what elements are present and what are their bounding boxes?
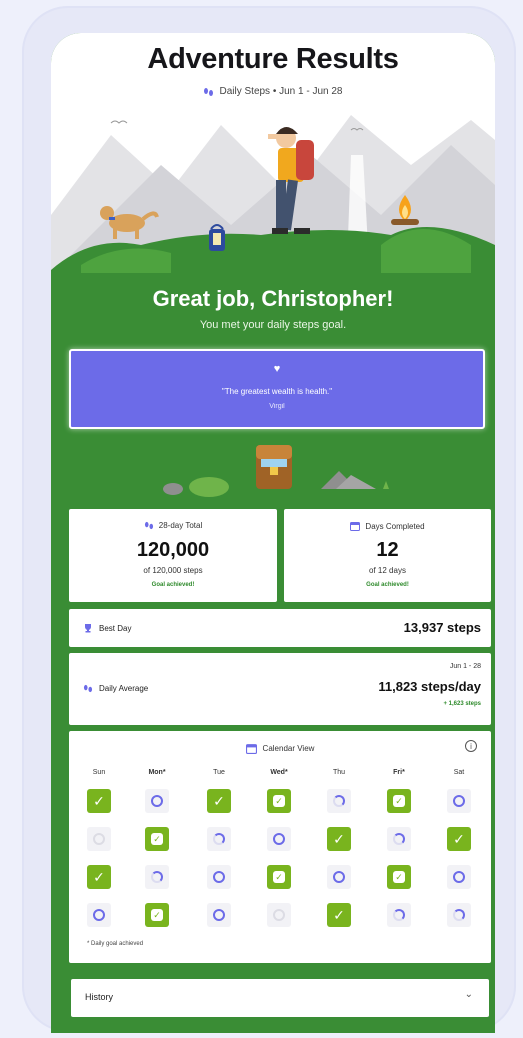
days-completed-detail: of 12 days bbox=[369, 566, 406, 575]
greeting-title: Great job, Christopher! bbox=[152, 286, 394, 311]
calendar-day-cell[interactable] bbox=[267, 789, 291, 813]
quote-author: Virgil bbox=[269, 403, 285, 410]
calendar-day-cell[interactable] bbox=[145, 789, 169, 813]
day-header: Sun bbox=[92, 769, 106, 776]
calendar-legend: * Daily goal achieved bbox=[87, 941, 144, 947]
calendar-day-cell[interactable] bbox=[145, 865, 169, 889]
calendar-day-cell[interactable] bbox=[327, 789, 351, 813]
day-header: Tue bbox=[213, 769, 225, 776]
trophy-icon bbox=[85, 624, 91, 633]
day-header: Sat bbox=[453, 769, 465, 776]
calendar-title: Calendar View bbox=[262, 744, 315, 753]
calendar-day-cell[interactable] bbox=[267, 865, 291, 889]
calendar-day-cell[interactable] bbox=[267, 903, 291, 927]
total-steps-value: 120,000 bbox=[136, 539, 210, 561]
calendar-day-cell[interactable] bbox=[387, 789, 411, 813]
calendar-day-cell[interactable] bbox=[207, 903, 231, 927]
best-day-label: Best Day bbox=[99, 623, 132, 633]
calendar-day-cell[interactable] bbox=[327, 865, 351, 889]
calendar-day-cell[interactable] bbox=[267, 827, 291, 851]
best-day-card: Best Day 13,937 steps bbox=[69, 609, 491, 647]
history-label: History bbox=[85, 992, 114, 1002]
daily-average-value: 11,823 steps/day bbox=[378, 679, 481, 694]
calendar-card: Calendar View i * Daily goal achieved Su… bbox=[69, 731, 491, 963]
day-header: Wed* bbox=[270, 769, 288, 776]
days-completed-header: Days Completed bbox=[284, 521, 491, 531]
calendar-icon bbox=[245, 744, 257, 754]
calendar-day-cell[interactable] bbox=[447, 789, 471, 813]
heart-icon: ♥ bbox=[273, 363, 281, 375]
app-screen: Adventure Results Daily Steps • Jun 1 - … bbox=[51, 33, 495, 1033]
calendar-day-cell[interactable] bbox=[447, 827, 471, 851]
calendar-day-cell[interactable] bbox=[387, 827, 411, 851]
calendar-day-cell[interactable] bbox=[327, 903, 351, 927]
calendar-day-cell[interactable] bbox=[87, 827, 111, 851]
footsteps-icon bbox=[83, 684, 93, 693]
treasure-chest-illustration bbox=[163, 445, 389, 497]
page-title: Adventure Results bbox=[147, 43, 399, 75]
total-steps-detail: of 120,000 steps bbox=[143, 566, 203, 575]
hero-banner: Adventure Results Daily Steps • Jun 1 - … bbox=[51, 33, 495, 273]
calendar-day-cell[interactable] bbox=[387, 865, 411, 889]
days-completed-card: Days Completed 12 of 12 days Goal achiev… bbox=[284, 509, 491, 602]
day-header: Thu bbox=[332, 769, 346, 776]
calendar-day-cell[interactable] bbox=[207, 865, 231, 889]
quote-card: ♥ "The greatest wealth is health." Virgi… bbox=[69, 349, 485, 429]
day-header: Mon* bbox=[148, 769, 166, 776]
calendar-day-cell[interactable] bbox=[87, 789, 111, 813]
total-steps-header: 28-day Total bbox=[69, 521, 277, 530]
total-steps-goal: Goal achieved! bbox=[151, 582, 195, 588]
daily-average-row: Daily Average bbox=[83, 684, 148, 693]
quote-text: "The greatest wealth is health." bbox=[221, 387, 333, 396]
history-dropdown[interactable]: History ⌄ bbox=[71, 979, 489, 1017]
calendar-day-cell[interactable] bbox=[387, 903, 411, 927]
footsteps-icon bbox=[144, 521, 153, 530]
days-completed-value: 12 bbox=[376, 539, 399, 561]
calendar-header: Calendar View bbox=[69, 743, 491, 754]
daily-average-label: Daily Average bbox=[99, 684, 149, 693]
calendar-day-cell[interactable] bbox=[145, 903, 169, 927]
calendar-day-cell[interactable] bbox=[447, 903, 471, 927]
days-completed-label: Days Completed bbox=[365, 521, 425, 531]
calendar-day-cell[interactable] bbox=[87, 903, 111, 927]
daily-average-card: Daily Average Jun 1 - 28 11,823 steps/da… bbox=[69, 653, 491, 725]
best-day-row: Best Day bbox=[83, 623, 131, 633]
calendar-day-cell[interactable] bbox=[327, 827, 351, 851]
total-steps-label: 28-day Total bbox=[158, 521, 203, 530]
calendar-day-cell[interactable] bbox=[207, 827, 231, 851]
calendar-day-cell[interactable] bbox=[87, 865, 111, 889]
hiker-illustration bbox=[51, 115, 495, 273]
days-completed-goal: Goal achieved! bbox=[366, 582, 409, 588]
day-header: Fri* bbox=[393, 769, 405, 776]
chevron-down-icon: ⌄ bbox=[464, 989, 473, 1000]
best-day-value: 13,937 steps bbox=[403, 620, 481, 635]
daily-average-delta: + 1,623 steps bbox=[443, 701, 481, 707]
calendar-icon bbox=[350, 522, 361, 531]
daily-average-range: Jun 1 - 28 bbox=[449, 663, 481, 670]
calendar-day-cell[interactable] bbox=[207, 789, 231, 813]
calendar-day-cell[interactable] bbox=[447, 865, 471, 889]
info-icon[interactable]: i bbox=[465, 740, 477, 752]
greeting-subtitle: You met your daily steps goal. bbox=[199, 319, 347, 331]
calendar-day-cell[interactable] bbox=[145, 827, 169, 851]
total-steps-card: 28-day Total 120,000 of 120,000 steps Go… bbox=[69, 509, 277, 602]
